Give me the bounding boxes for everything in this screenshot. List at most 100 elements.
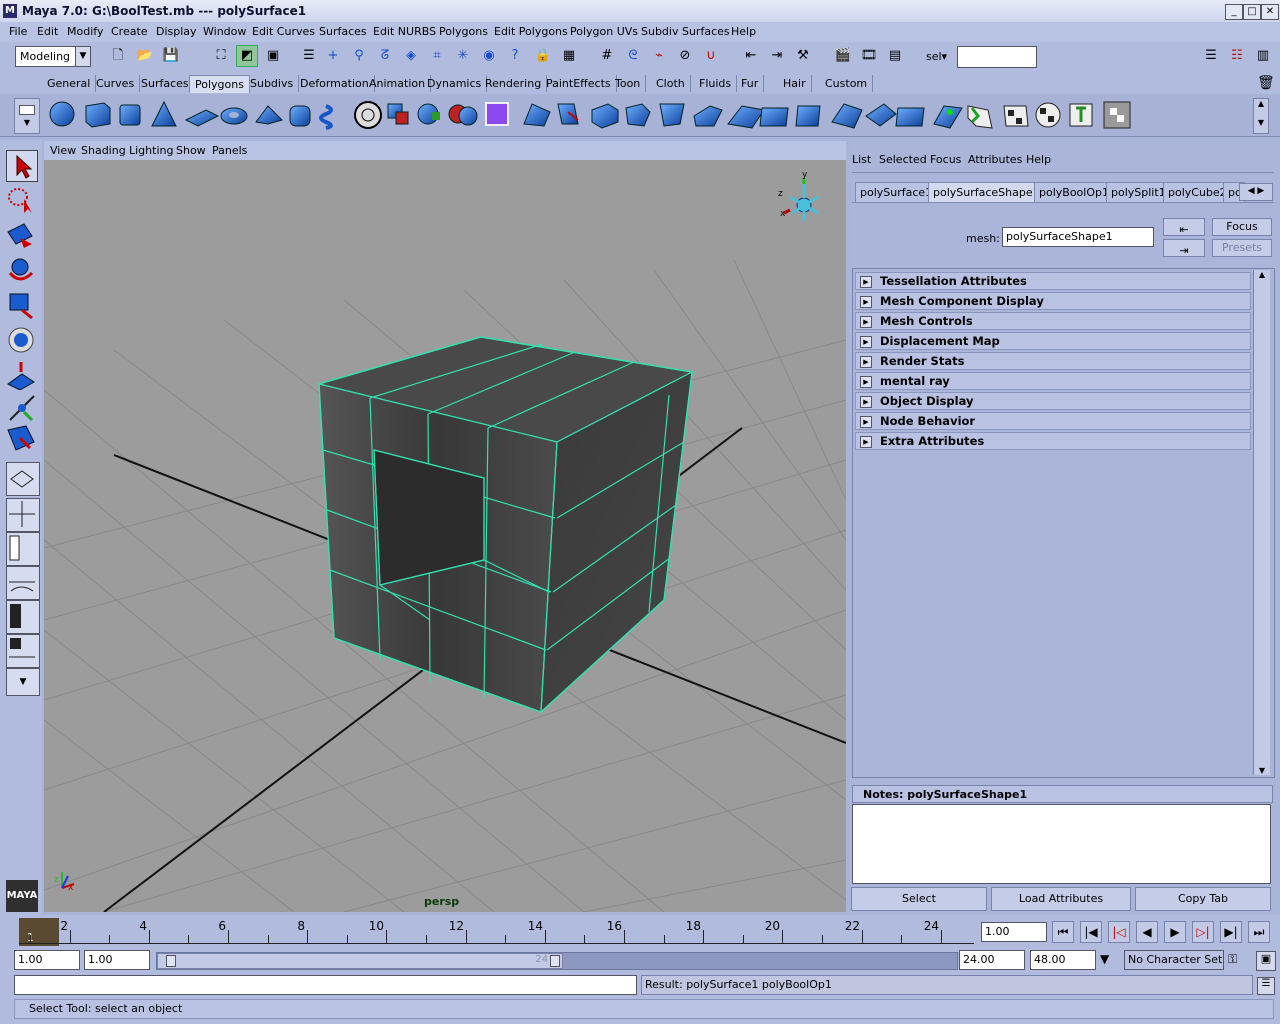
select-object-icon[interactable]: ◩ bbox=[236, 45, 258, 67]
select-button[interactable]: Select bbox=[851, 887, 987, 911]
menu-modify[interactable]: Modify bbox=[67, 25, 103, 38]
range-start-grip[interactable] bbox=[166, 955, 176, 967]
boolean-difference-icon[interactable] bbox=[485, 102, 509, 126]
ae-menu-list[interactable]: List bbox=[852, 153, 871, 166]
shelf-tab-subdivs[interactable]: Subdivs bbox=[245, 75, 300, 92]
ipr-render-icon[interactable]: ▤ bbox=[884, 45, 906, 67]
go-to-start-icon[interactable]: ⏮ bbox=[1052, 921, 1074, 943]
menu-window[interactable]: Window bbox=[203, 25, 246, 38]
section-extra-attributes[interactable]: ▶ Extra Attributes bbox=[855, 432, 1251, 450]
mesh-name-field[interactable]: polySurfaceShape1 bbox=[1002, 227, 1154, 247]
snap-grid-icon[interactable]: # bbox=[596, 45, 618, 67]
section-tessellation-attributes[interactable]: ▶ Tessellation Attributes bbox=[855, 272, 1251, 290]
shelf-tab-toon[interactable]: Toon bbox=[610, 75, 647, 92]
shelf-tab-cloth[interactable]: Cloth bbox=[651, 75, 691, 92]
menu-edit-polygons[interactable]: Edit Polygons bbox=[494, 25, 568, 38]
poly-prism-icon[interactable] bbox=[255, 105, 283, 125]
ae-menu-attributes[interactable]: Attributes bbox=[968, 153, 1022, 166]
animation-preferences-icon[interactable]: ▣ bbox=[1256, 951, 1276, 971]
append-polygon-icon[interactable] bbox=[727, 105, 765, 129]
expand-arrow-icon[interactable]: ▶ bbox=[860, 396, 872, 408]
smooth-icon[interactable] bbox=[625, 103, 651, 127]
mel-command-input[interactable] bbox=[14, 975, 637, 995]
menu-file[interactable]: File bbox=[9, 25, 27, 38]
animation-start-field[interactable]: 1.00 bbox=[14, 950, 80, 970]
play-forwards-icon[interactable]: ▶ bbox=[1164, 921, 1186, 943]
select-handles-icon[interactable]: + bbox=[322, 45, 344, 67]
play-backwards-icon[interactable]: ◀ bbox=[1136, 921, 1158, 943]
section-mesh-component-display[interactable]: ▶ Mesh Component Display bbox=[855, 292, 1251, 310]
poly-cube-icon[interactable] bbox=[85, 102, 111, 128]
rotate-tool-icon[interactable] bbox=[6, 255, 38, 287]
vp-menu-show[interactable]: Show bbox=[176, 144, 206, 157]
attribute-scrollbar[interactable]: ▲ ▼ bbox=[1253, 270, 1270, 775]
select-tool-icon[interactable] bbox=[6, 150, 38, 182]
layout-outliner-persp-icon[interactable] bbox=[6, 532, 40, 566]
layout-persp-graph-icon[interactable] bbox=[6, 566, 40, 600]
show-output-icon[interactable]: ⇥ bbox=[1163, 239, 1205, 257]
expand-arrow-icon[interactable]: ▶ bbox=[860, 356, 872, 368]
menu-create[interactable]: Create bbox=[111, 25, 148, 38]
create-uvs-icon[interactable] bbox=[865, 103, 897, 127]
shelf-tab-rendering[interactable]: Rendering bbox=[480, 75, 548, 92]
spherical-mapping-icon[interactable] bbox=[967, 105, 993, 129]
shelf-tab-deformation[interactable]: Deformation bbox=[295, 75, 375, 92]
vp-menu-lighting[interactable]: Lighting bbox=[129, 144, 173, 157]
tab-scroll-arrows[interactable]: ◀ ▶ bbox=[1239, 183, 1273, 201]
minimize-button[interactable]: _ bbox=[1225, 4, 1243, 20]
mask-dropdown-icon[interactable]: ☰ bbox=[298, 45, 320, 67]
wedge-face-icon[interactable] bbox=[831, 103, 863, 129]
shelf-tab-fluids[interactable]: Fluids bbox=[694, 75, 738, 92]
shelf-menu-button[interactable]: ▼ bbox=[14, 98, 40, 134]
split-polygon-icon[interactable] bbox=[557, 103, 579, 125]
shelf-tab-custom[interactable]: Custom bbox=[820, 75, 874, 92]
expand-arrow-icon[interactable]: ▶ bbox=[860, 336, 872, 348]
step-back-key-icon[interactable]: |◀ bbox=[1080, 921, 1102, 943]
expand-arrow-icon[interactable]: ▶ bbox=[860, 376, 872, 388]
subdivide-icon[interactable] bbox=[795, 105, 821, 127]
presets-button[interactable]: Presets bbox=[1212, 239, 1272, 257]
step-forward-key-icon[interactable]: ▶| bbox=[1220, 921, 1242, 943]
select-rendering-icon[interactable]: ◉ bbox=[478, 45, 500, 67]
menu-polygon-uvs[interactable]: Polygon UVs bbox=[570, 25, 638, 38]
scroll-up-icon[interactable]: ▲ bbox=[1254, 270, 1270, 279]
animation-end-field[interactable]: 48.00 bbox=[1030, 950, 1096, 970]
menu-polygons[interactable]: Polygons bbox=[439, 25, 488, 38]
open-scene-icon[interactable]: 📂 bbox=[134, 45, 156, 67]
select-component-icon[interactable]: ▣ bbox=[262, 45, 284, 67]
duplicate-face-icon[interactable] bbox=[659, 103, 685, 127]
expand-arrow-icon[interactable]: ▶ bbox=[860, 316, 872, 328]
expand-arrow-icon[interactable]: ▶ bbox=[860, 276, 872, 288]
select-node-icon[interactable]: ⇤ bbox=[1163, 218, 1205, 236]
universal-manipulator-icon[interactable] bbox=[6, 325, 38, 357]
scroll-down-icon[interactable]: ▼ bbox=[1254, 118, 1268, 127]
section-render-stats[interactable]: ▶ Render Stats bbox=[855, 352, 1251, 370]
layout-four-view-icon[interactable] bbox=[6, 498, 40, 532]
output-connections-icon[interactable]: ⇥ bbox=[766, 45, 788, 67]
snap-point-icon[interactable]: ⌁ bbox=[648, 45, 670, 67]
quick-select-input[interactable] bbox=[957, 46, 1037, 68]
maximize-button[interactable]: □ bbox=[1243, 4, 1261, 20]
step-back-frame-icon[interactable]: |◁ bbox=[1108, 921, 1130, 943]
shelf-tab-fur[interactable]: Fur bbox=[736, 75, 765, 92]
playback-start-field[interactable]: 1.00 bbox=[84, 950, 150, 970]
scroll-up-icon[interactable]: ▲ bbox=[1254, 99, 1268, 108]
maya-app-icon[interactable]: M bbox=[3, 4, 17, 18]
playback-end-field[interactable]: 24.00 bbox=[959, 950, 1025, 970]
cut-faces-icon[interactable] bbox=[759, 107, 789, 127]
scale-tool-icon[interactable] bbox=[6, 290, 38, 322]
planar-mapping-icon[interactable] bbox=[895, 107, 925, 127]
shelf-tab-dynamics[interactable]: Dynamics bbox=[422, 75, 488, 92]
checker-uv-icon[interactable] bbox=[1035, 102, 1061, 128]
character-set-dropdown[interactable]: No Character Set bbox=[1124, 950, 1224, 970]
shelf-tab-polygons[interactable]: Polygons bbox=[189, 75, 250, 93]
menu-display[interactable]: Display bbox=[156, 25, 197, 38]
layout-hypershade-persp-icon[interactable] bbox=[6, 600, 40, 634]
show-hide-tool-settings-icon[interactable]: ☷ bbox=[1226, 45, 1248, 67]
go-to-end-icon[interactable]: ⏭ bbox=[1248, 921, 1270, 943]
history-toggle-icon[interactable]: ⚒ bbox=[792, 45, 814, 67]
poly-helix-icon[interactable] bbox=[319, 104, 333, 130]
new-scene-icon[interactable]: 🗋 bbox=[107, 45, 129, 67]
script-editor-icon[interactable]: ☰ bbox=[1257, 977, 1275, 995]
select-misc-icon[interactable]: ? bbox=[504, 45, 526, 67]
